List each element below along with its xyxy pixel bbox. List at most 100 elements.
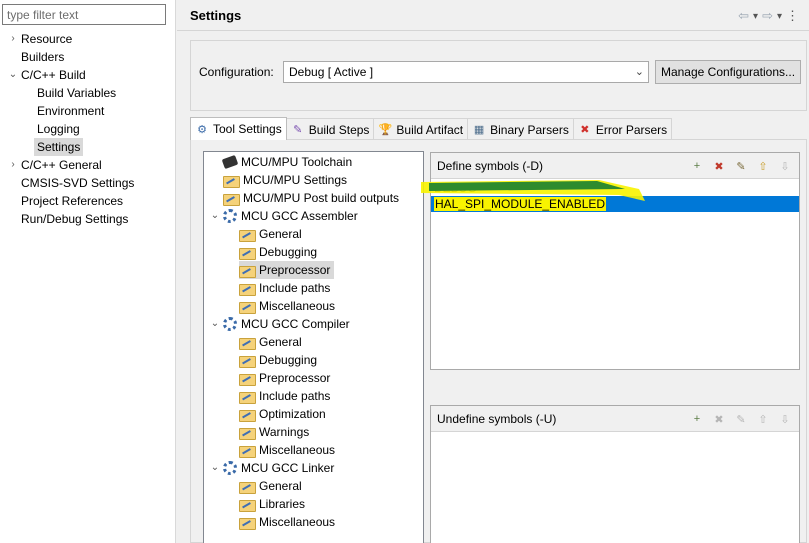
tab-error-parsers[interactable]: ✖ Error Parsers	[572, 118, 673, 140]
category-item[interactable]: Environment	[37, 102, 104, 120]
define-symbols-list[interactable]: DEBUGHAL_SPI_MODULE_ENABLED	[431, 180, 799, 369]
folder-icon	[239, 228, 256, 242]
chevron-down-icon[interactable]: ⌄	[209, 315, 221, 333]
define-symbols-pane: Define symbols (-D) + ✖ ✎ ⇧ ⇩ DEBUGHAL_S…	[421, 152, 800, 370]
tree-item[interactable]: Debugging	[239, 243, 317, 261]
undefine-symbols-list[interactable]	[431, 433, 799, 543]
undefine-symbols-header: Undefine symbols (-U) + ✖ ✎ ⇧ ⇩	[431, 406, 799, 432]
tree-item[interactable]: Miscellaneous	[239, 297, 335, 315]
tree-item[interactable]: MCU/MPU Post build outputs	[223, 189, 399, 207]
tree-item-label: Debugging	[259, 353, 318, 367]
category-item[interactable]: Settings	[34, 138, 84, 156]
undefine-symbols-label: Undefine symbols (-U)	[437, 412, 557, 426]
category-label: Builders	[21, 50, 65, 64]
tab-binary-parsers[interactable]: ▦ Binary Parsers	[467, 118, 574, 140]
chevron-right-icon[interactable]: ›	[7, 30, 19, 48]
delete-icon[interactable]: ✖	[711, 411, 727, 427]
filter-input[interactable]	[2, 4, 166, 25]
chevron-right-icon[interactable]: ›	[7, 156, 19, 174]
chevron-down-icon: ⌄	[634, 66, 644, 78]
tree-item-label: MCU/MPU Post build outputs	[243, 191, 400, 205]
chevron-down-icon[interactable]: ▾	[777, 11, 782, 22]
back-arrow-icon[interactable]: ⇦	[738, 8, 749, 24]
tree-item-label: Miscellaneous	[259, 443, 336, 457]
category-item[interactable]: ⌄ C/C++ Build	[9, 66, 86, 84]
tree-item[interactable]: Preprocessor	[239, 369, 330, 387]
move-down-icon[interactable]: ⇩	[777, 411, 793, 427]
tree-item[interactable]: Miscellaneous	[239, 441, 335, 459]
folder-icon	[239, 516, 256, 530]
category-item[interactable]: › Resource	[11, 30, 72, 48]
view-menu-icon[interactable]: ⋮	[786, 8, 799, 24]
tree-item[interactable]: General	[239, 333, 302, 351]
tab-label: Tool Settings	[213, 122, 282, 136]
tree-item[interactable]: Include paths	[239, 279, 330, 297]
tab-tool-settings[interactable]: ⚙ Tool Settings	[190, 117, 287, 140]
tree-item[interactable]: Include paths	[239, 387, 330, 405]
tab-build-artifact[interactable]: 🏆 Build Artifact	[373, 118, 469, 140]
category-label: Environment	[37, 104, 105, 118]
chevron-down-icon[interactable]: ▾	[753, 11, 758, 22]
folder-icon	[239, 498, 256, 512]
tree-item[interactable]: General	[239, 225, 302, 243]
tree-item[interactable]: ⌄ MCU GCC Linker	[211, 459, 335, 477]
tree-item[interactable]: Optimization	[239, 405, 326, 423]
folder-icon	[223, 192, 240, 206]
configuration-group: Configuration: Debug [ Active ] ⌄ Manage…	[190, 40, 807, 111]
chevron-down-icon[interactable]: ⌄	[209, 459, 221, 477]
tree-item[interactable]: ⌄ MCU GCC Compiler	[211, 315, 350, 333]
folder-icon	[239, 300, 256, 314]
tool-settings-icon: ⚙	[197, 123, 207, 136]
delete-icon[interactable]: ✖	[711, 158, 727, 174]
category-item[interactable]: Builders	[21, 48, 64, 66]
tree-item[interactable]: Preprocessor	[239, 261, 335, 279]
tool-settings-panel: MCU/MPU Toolchain MCU/MPU Settings MCU/MPU…	[190, 139, 807, 543]
configuration-label: Configuration:	[199, 65, 274, 79]
page-title: Settings	[190, 8, 242, 23]
tab-bar: ⚙ Tool Settings ✎ Build Steps 🏆 Build Artifac…	[190, 117, 673, 140]
tree-item-label: MCU GCC Linker	[241, 461, 335, 475]
tree-item[interactable]: Warnings	[239, 423, 309, 441]
configuration-select[interactable]: Debug [ Active ] ⌄	[283, 61, 649, 83]
chevron-down-icon[interactable]: ⌄	[209, 207, 221, 225]
chevron-down-icon[interactable]: ⌄	[7, 66, 19, 84]
tree-item[interactable]: Libraries	[239, 495, 305, 513]
add-icon[interactable]: +	[689, 158, 705, 174]
tree-item-label: MCU/MPU Toolchain	[241, 155, 353, 169]
forward-arrow-icon[interactable]: ⇨	[762, 8, 773, 24]
category-item[interactable]: › C/C++ General	[11, 156, 101, 174]
category-item[interactable]: Logging	[37, 120, 80, 138]
tree-item[interactable]: Miscellaneous	[239, 513, 335, 531]
tree-item-label: Miscellaneous	[259, 515, 336, 529]
tree-item-label: MCU GCC Compiler	[241, 317, 350, 331]
folder-icon	[239, 282, 256, 296]
add-icon[interactable]: +	[689, 411, 705, 427]
category-item[interactable]: CMSIS-SVD Settings	[21, 174, 134, 192]
move-up-icon[interactable]: ⇧	[755, 411, 771, 427]
tree-item-label: General	[259, 227, 302, 241]
move-up-icon[interactable]: ⇧	[755, 158, 771, 174]
undefine-symbols-toolbar: + ✖ ✎ ⇧ ⇩	[689, 411, 793, 427]
folder-icon	[239, 336, 256, 350]
category-item[interactable]: Run/Debug Settings	[21, 210, 128, 228]
edit-icon[interactable]: ✎	[733, 411, 749, 427]
tree-item[interactable]: ⌄ MCU GCC Assembler	[211, 207, 358, 225]
category-item[interactable]: Build Variables	[37, 84, 116, 102]
tab-label: Error Parsers	[595, 122, 668, 137]
folder-icon	[239, 444, 256, 458]
tree-item-label: General	[259, 479, 302, 493]
tree-item[interactable]: MCU/MPU Toolchain	[221, 153, 353, 171]
manage-configurations-button[interactable]: Manage Configurations...	[655, 60, 801, 84]
toolchain-chip-icon	[221, 154, 239, 170]
build-artifact-icon: 🏆	[378, 124, 393, 136]
edit-icon[interactable]: ✎	[733, 158, 749, 174]
tree-item[interactable]: MCU/MPU Settings	[223, 171, 347, 189]
tree-item[interactable]: Debugging	[239, 351, 317, 369]
tree-item[interactable]: General	[239, 477, 302, 495]
category-label: Project References	[21, 194, 124, 208]
tab-build-steps[interactable]: ✎ Build Steps	[285, 118, 375, 140]
tree-item-label: MCU GCC Assembler	[241, 209, 358, 223]
move-down-icon[interactable]: ⇩	[777, 158, 793, 174]
folder-icon	[239, 426, 256, 440]
category-item[interactable]: Project References	[21, 192, 123, 210]
